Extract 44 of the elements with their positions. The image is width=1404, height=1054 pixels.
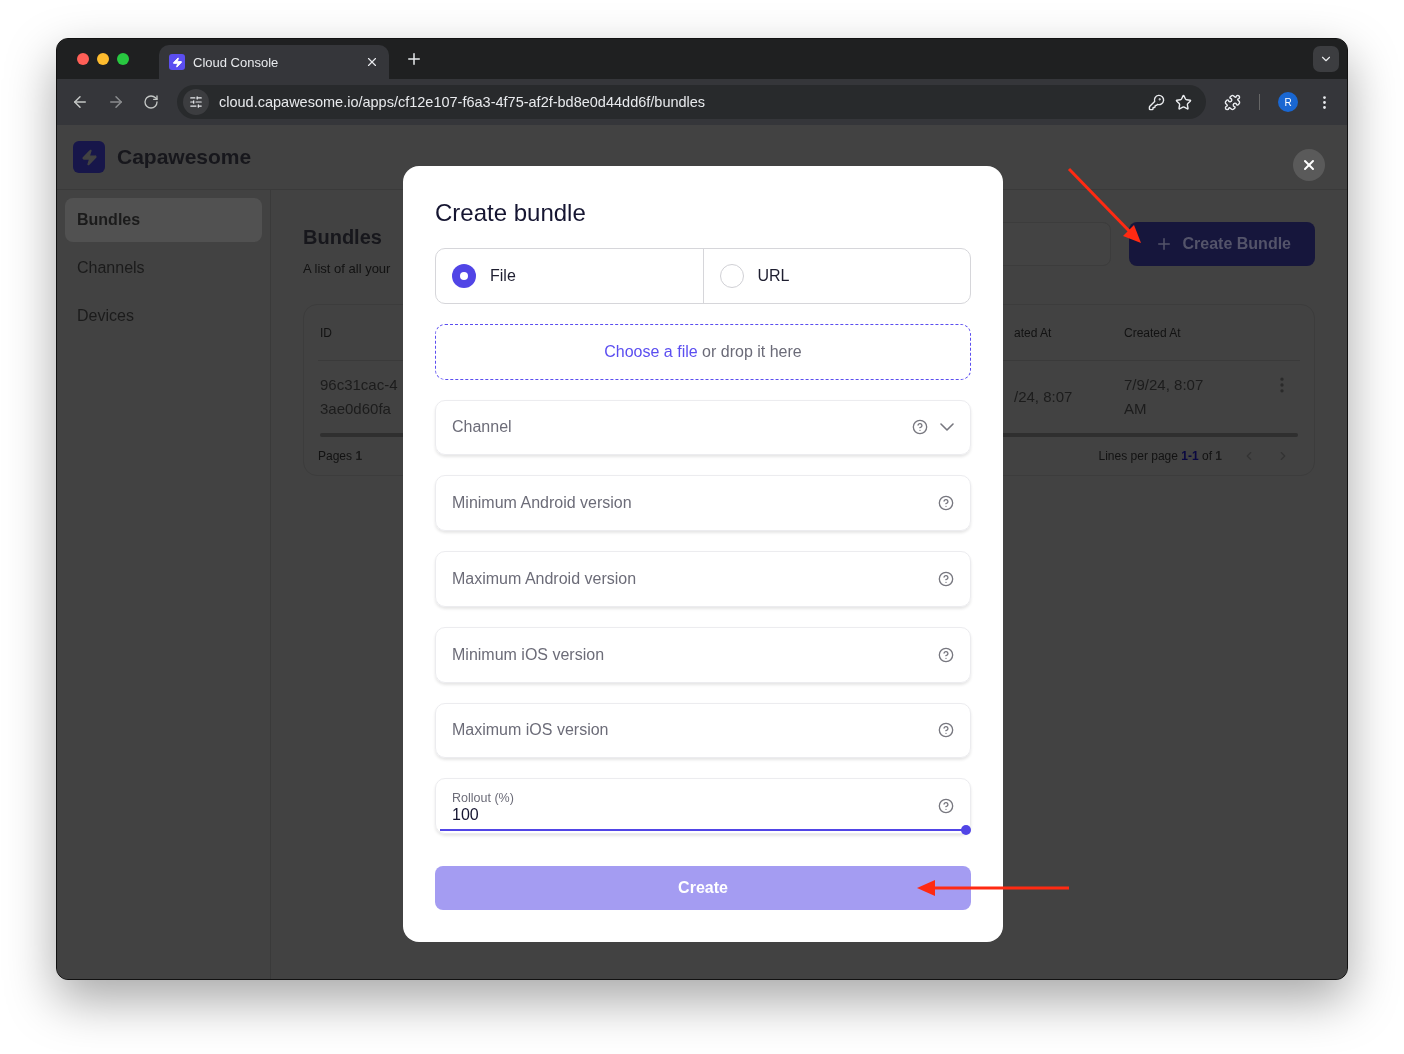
text-input-field[interactable]: Minimum Android version [435,475,971,532]
radio-label[interactable]: URL [757,266,790,285]
key-icon[interactable] [1148,93,1165,111]
back-icon[interactable] [71,93,89,111]
tab-list-button[interactable] [1313,46,1339,72]
close-window-dot[interactable] [77,53,89,65]
slider-thumb[interactable] [961,825,971,836]
sliders-icon[interactable] [183,89,209,115]
lightning-icon [169,54,185,70]
maximize-window-dot[interactable] [117,53,129,65]
close-icon[interactable] [365,55,379,69]
forward-icon[interactable] [107,93,125,111]
help-icon[interactable] [912,419,928,436]
rollout-input-field[interactable]: Rollout (%) 100 [435,778,971,835]
text-input-field[interactable]: Maximum Android version [435,551,971,607]
channel-select[interactable]: Channel [435,399,971,456]
address-bar[interactable]: cloud.capawesome.io/apps/cf12e107-f6a3-4f75-af2f-bd8e0d44dd6f/bundles [177,85,1206,119]
choose-file-link[interactable]: Choose a file [604,342,698,360]
radio-button[interactable] [452,263,476,288]
help-icon[interactable] [938,495,954,512]
field-value: 100 [452,805,480,824]
profile-avatar[interactable]: R [1278,92,1298,112]
help-icon[interactable] [938,646,954,663]
dropzone-text: Choose a file or drop it here [604,342,802,361]
help-icon[interactable] [938,798,954,815]
help-icon[interactable] [938,722,954,739]
browser-tab[interactable]: Cloud Console [159,45,389,79]
lightning-logo-icon [73,141,105,173]
text-input-field[interactable]: Maximum iOS version [435,702,971,759]
file-dropzone[interactable]: Choose a file or drop it here [435,323,971,380]
text-input-field[interactable]: Minimum iOS version [435,626,971,683]
new-tab-icon[interactable] [405,50,423,68]
radio-button[interactable] [719,263,744,288]
star-icon[interactable] [1175,93,1192,111]
help-icon[interactable] [938,570,954,587]
field-label: Rollout (%) [452,790,515,805]
dialog-title: Create bundle [435,198,587,228]
puzzle-icon[interactable] [1224,93,1241,111]
chevron-down-icon [940,423,954,432]
close-icon [1301,157,1317,173]
reload-icon[interactable] [143,94,159,110]
radio-label[interactable]: File [490,266,516,285]
minimize-window-dot[interactable] [97,53,109,65]
close-button[interactable] [1293,149,1325,181]
